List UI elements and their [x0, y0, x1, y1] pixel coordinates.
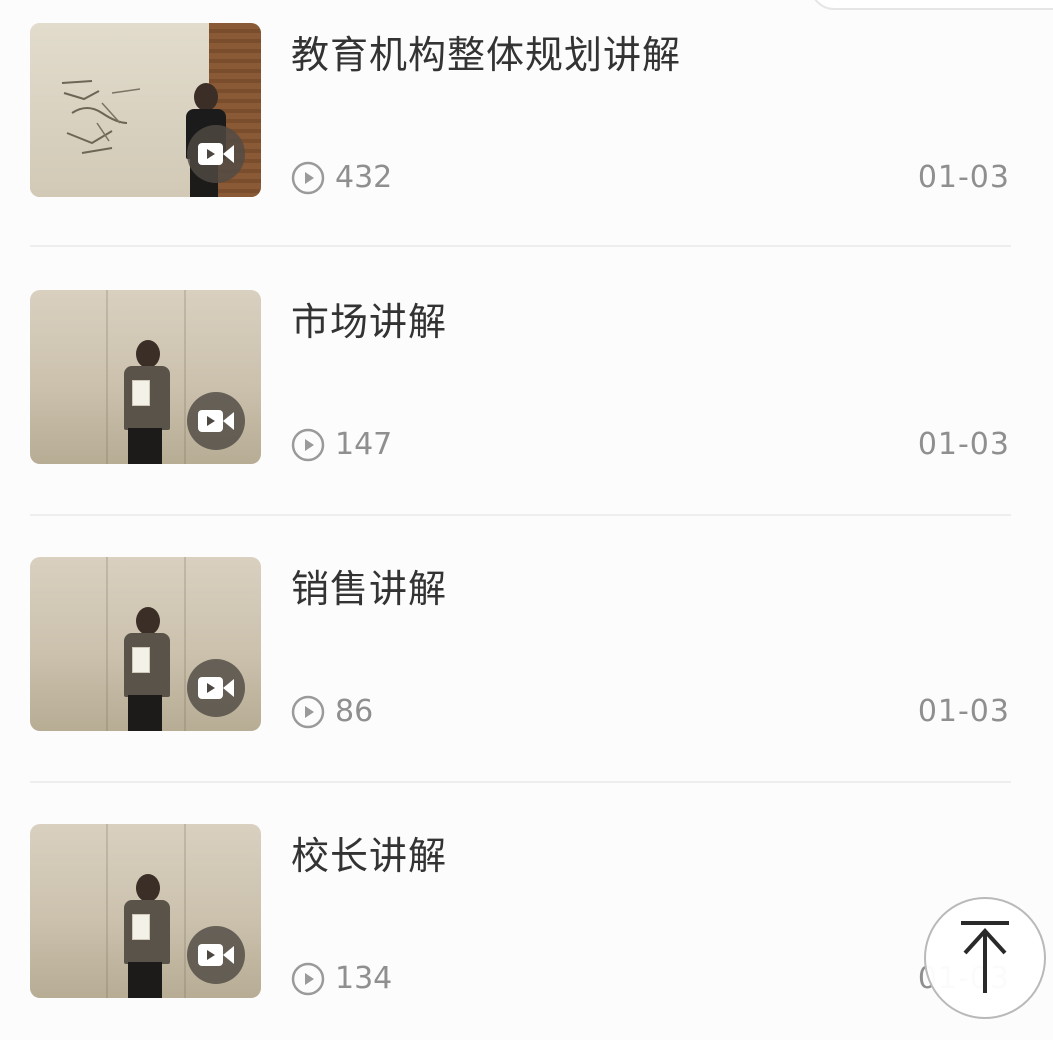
view-count-value: 147 [335, 427, 393, 462]
video-title[interactable]: 教育机构整体规划讲解 [291, 24, 681, 79]
play-circle-icon [291, 695, 325, 728]
video-thumbnail[interactable] [30, 23, 261, 197]
video-thumbnail[interactable] [30, 290, 261, 464]
publish-date: 01-03 [917, 427, 1010, 462]
view-count: 134 [291, 961, 392, 996]
list-item[interactable]: 校长讲解 134 01-03 [0, 801, 1053, 1040]
play-circle-icon [291, 962, 325, 995]
list-item[interactable]: 市场讲解 147 01-03 [0, 267, 1053, 534]
video-camera-icon [187, 926, 245, 984]
divider [30, 514, 1011, 516]
video-camera-icon [187, 392, 245, 450]
play-circle-icon [291, 428, 325, 461]
back-to-top-button[interactable] [924, 897, 1046, 1019]
view-count-value: 134 [335, 961, 393, 996]
video-thumbnail[interactable] [30, 824, 261, 998]
video-list-page: 教育机构整体规划讲解 432 01-03 市场讲解 147 01-03 销售讲解… [0, 0, 1053, 1040]
view-count: 432 [291, 160, 392, 195]
video-camera-icon [187, 125, 245, 183]
play-circle-icon [291, 161, 325, 194]
whiteboard-writing [61, 80, 141, 154]
video-title[interactable]: 销售讲解 [291, 558, 447, 613]
video-thumbnail[interactable] [30, 557, 261, 731]
list-item[interactable]: 销售讲解 86 01-03 [0, 534, 1053, 801]
divider [30, 245, 1011, 247]
view-count: 86 [291, 694, 373, 729]
video-title[interactable]: 校长讲解 [291, 825, 447, 880]
publish-date: 01-03 [917, 694, 1010, 729]
list-item[interactable]: 教育机构整体规划讲解 432 01-03 [0, 0, 1053, 267]
video-camera-icon [187, 659, 245, 717]
video-title[interactable]: 市场讲解 [291, 291, 447, 346]
publish-date: 01-03 [917, 160, 1010, 195]
arrow-up-to-top-icon [961, 921, 1009, 993]
view-count-value: 86 [335, 694, 374, 729]
view-count: 147 [291, 427, 392, 462]
divider [30, 781, 1011, 783]
view-count-value: 432 [335, 160, 393, 195]
